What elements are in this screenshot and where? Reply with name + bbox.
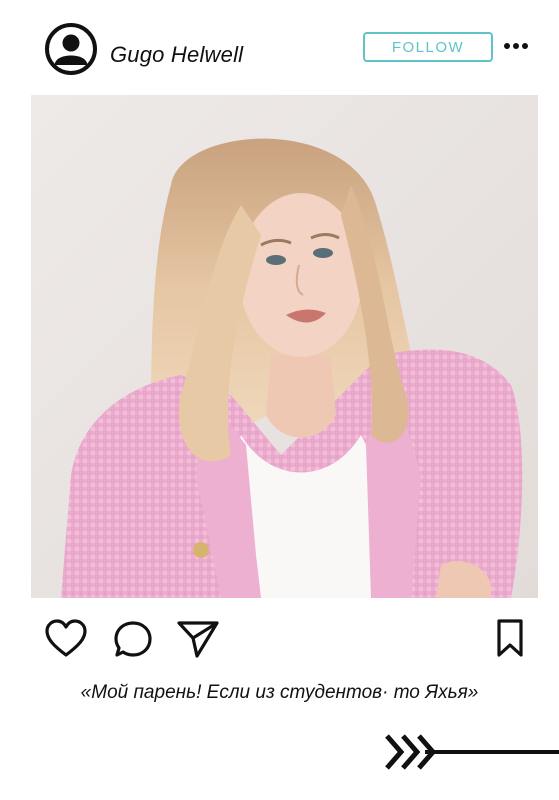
username[interactable]: Gugo Helwell [110,42,243,68]
post-card: Gugo Helwell FOLLOW «Мой парень! Если из… [0,0,559,800]
comment-bubble-icon[interactable] [112,619,154,659]
heart-icon[interactable] [44,619,88,659]
post-caption: «Мой парень! Если из студентов· то Яхья» [80,682,479,703]
more-horizontal-icon[interactable] [503,38,529,54]
portrait-illustration [31,95,538,598]
follow-button[interactable]: FOLLOW [363,32,493,62]
bookmark-icon[interactable] [494,618,526,658]
post-header: Gugo Helwell FOLLOW [0,0,559,90]
user-avatar-icon[interactable] [44,22,98,76]
post-photo[interactable] [31,95,538,598]
paper-plane-icon[interactable] [176,619,220,659]
arrow-icon [385,734,559,770]
